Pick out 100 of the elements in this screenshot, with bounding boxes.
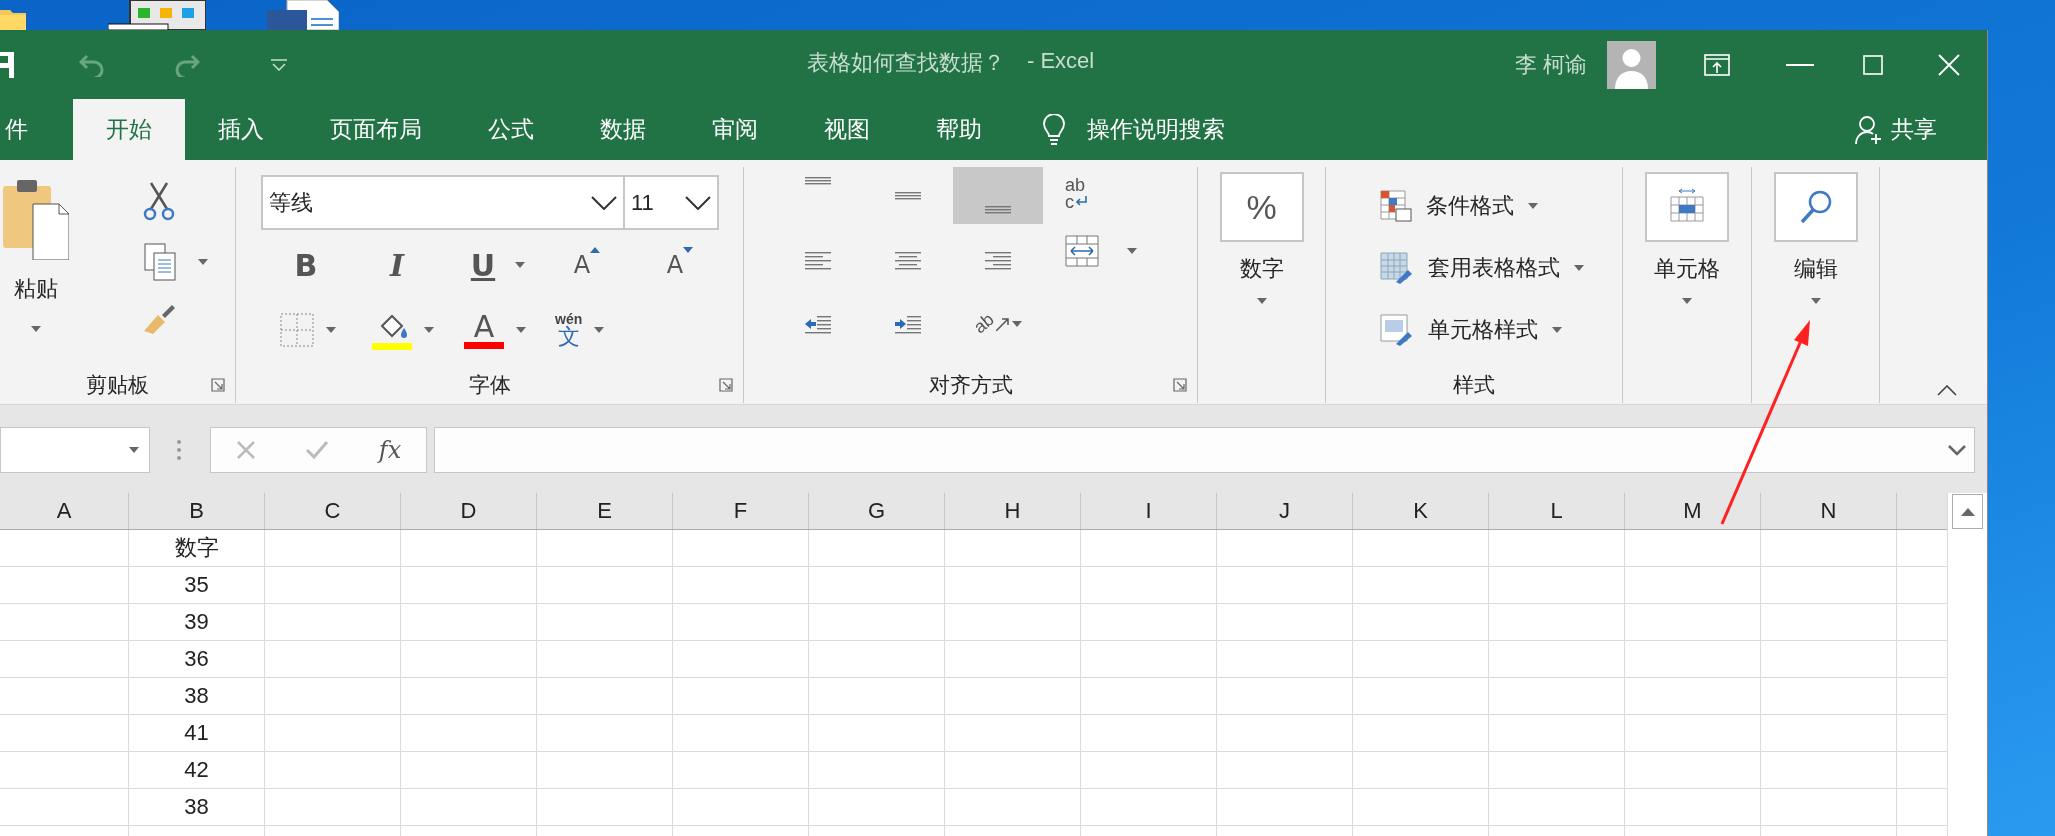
caret-icon[interactable]	[1574, 265, 1584, 271]
column-header[interactable]: H	[945, 493, 1081, 529]
column-header[interactable]: N	[1761, 493, 1897, 529]
tell-me-search[interactable]: 操作说明搜索	[1087, 114, 1225, 145]
ribbon-tab[interactable]: 件	[0, 99, 73, 160]
program-icon[interactable]	[108, 0, 206, 30]
increase-font-button[interactable]: A	[562, 245, 602, 285]
maximize-icon[interactable]	[1863, 54, 1883, 75]
insert-function-button[interactable]: fx	[378, 436, 402, 464]
formula-input[interactable]	[434, 427, 1975, 473]
column-header[interactable]: I	[1081, 493, 1217, 529]
caret-icon[interactable]	[516, 327, 526, 333]
font-name-field[interactable]: 等线	[261, 175, 625, 230]
dialog-launcher-icon[interactable]	[719, 378, 733, 392]
drag-handle-icon[interactable]	[177, 439, 181, 461]
caret-icon[interactable]	[424, 327, 434, 333]
merge-cells-icon[interactable]	[1065, 235, 1099, 268]
scroll-up-button[interactable]	[1952, 494, 1983, 529]
column-header[interactable]: E	[537, 493, 673, 529]
decrease-font-button[interactable]: A	[655, 245, 695, 285]
ribbon-tab[interactable]: 公式	[455, 99, 567, 160]
ribbon-tab[interactable]: 数据	[567, 99, 679, 160]
search-button[interactable]	[1773, 172, 1858, 242]
wrap-text-button[interactable]: ab c	[1065, 177, 1137, 212]
chevron-down-icon[interactable]	[591, 195, 617, 210]
cells-button[interactable]	[1645, 172, 1729, 242]
caret-icon[interactable]	[1127, 248, 1137, 255]
group-label: 字体	[468, 372, 511, 398]
ribbon-tab[interactable]: 视图	[791, 99, 903, 160]
caret-icon[interactable]	[198, 259, 208, 265]
style-menu-button[interactable]: 条件格式	[1380, 181, 1622, 231]
group-label[interactable]: 编辑	[1793, 254, 1838, 284]
lightbulb-icon[interactable]	[1043, 113, 1065, 146]
document-icon[interactable]	[267, 0, 339, 30]
scissors-icon[interactable]	[143, 181, 175, 221]
caret-icon[interactable]	[1012, 320, 1022, 327]
collapse-ribbon-icon[interactable]	[1937, 385, 1957, 396]
caret-icon[interactable]	[129, 447, 139, 453]
column-header[interactable]: B	[129, 493, 265, 529]
column-header[interactable]: A	[0, 493, 129, 529]
column-header[interactable]: G	[809, 493, 945, 529]
ribbon-tab[interactable]: 插入	[185, 99, 297, 160]
paintbrush-icon[interactable]	[142, 303, 176, 335]
cell-style-icon	[1380, 314, 1414, 346]
column-header[interactable]: K	[1353, 493, 1489, 529]
check-icon[interactable]	[305, 440, 330, 460]
number-format-button[interactable]: %	[1219, 172, 1304, 242]
save-icon[interactable]	[0, 51, 14, 78]
caret-icon[interactable]	[31, 326, 41, 332]
style-menu-button[interactable]: 单元格样式	[1380, 305, 1622, 355]
expand-icon[interactable]	[1948, 444, 1966, 456]
column-header[interactable]: J	[1217, 493, 1353, 529]
share-button[interactable]: 共享	[1891, 114, 1937, 145]
clipboard-icon[interactable]	[3, 180, 69, 260]
paste-button[interactable]: 粘贴	[14, 274, 58, 304]
column-header[interactable]: M	[1625, 493, 1761, 529]
caret-icon[interactable]	[326, 327, 336, 333]
column-header[interactable]: D	[401, 493, 537, 529]
ribbon-tab[interactable]: 帮助	[903, 99, 1015, 160]
ribbon-display-icon[interactable]	[1704, 53, 1730, 76]
caret-icon[interactable]	[1552, 327, 1562, 333]
italic-button[interactable]: I	[377, 245, 417, 285]
font-color-button[interactable]: A	[464, 310, 504, 350]
table-cell: 36	[129, 641, 265, 677]
avatar-icon[interactable]	[1607, 40, 1656, 89]
ribbon-tab[interactable]: 审阅	[679, 99, 791, 160]
table-cell: 38	[129, 789, 265, 825]
orientation-align-button[interactable]: ab	[953, 295, 1043, 352]
group-label: 样式	[1453, 372, 1495, 398]
column-header[interactable]: C	[265, 493, 401, 529]
chevron-down-icon[interactable]	[685, 195, 711, 210]
conditional-format-icon	[1380, 190, 1412, 222]
underline-button[interactable]: U	[463, 245, 503, 285]
middle-align-icon	[895, 191, 921, 200]
dialog-launcher-icon[interactable]	[211, 378, 225, 392]
ribbon-tab[interactable]: 开始	[73, 99, 185, 160]
ribbon-tab[interactable]: 页面布局	[297, 99, 455, 160]
caret-icon[interactable]	[1256, 298, 1267, 304]
font-size-field[interactable]: 11	[625, 175, 719, 230]
bold-button[interactable]: B	[286, 245, 326, 285]
add-person-icon[interactable]	[1855, 114, 1883, 145]
user-name[interactable]: 李 柯谕	[1514, 49, 1587, 80]
dialog-launcher-icon[interactable]	[1173, 378, 1187, 392]
folder-icon[interactable]	[0, 8, 26, 30]
caret-icon[interactable]	[1682, 298, 1692, 304]
group-label: 剪贴板	[86, 372, 149, 398]
caret-icon[interactable]	[1810, 298, 1821, 304]
number-button[interactable]: 数字	[1239, 254, 1284, 284]
column-header[interactable]: L	[1489, 493, 1625, 529]
column-header[interactable]: F	[673, 493, 809, 529]
style-menu-button[interactable]: 套用表格格式	[1380, 243, 1622, 293]
group-label: 对齐方式	[928, 372, 1013, 398]
customize-caret-icon[interactable]	[271, 58, 287, 71]
close-icon[interactable]	[1938, 53, 1960, 76]
caret-icon[interactable]	[1528, 203, 1538, 209]
caret-icon[interactable]	[594, 327, 605, 333]
group-label[interactable]: 单元格	[1654, 254, 1720, 284]
caret-icon[interactable]	[515, 262, 525, 268]
phonetic-guide-button[interactable]: wén 文	[555, 312, 583, 348]
minimize-icon[interactable]	[1786, 63, 1814, 66]
